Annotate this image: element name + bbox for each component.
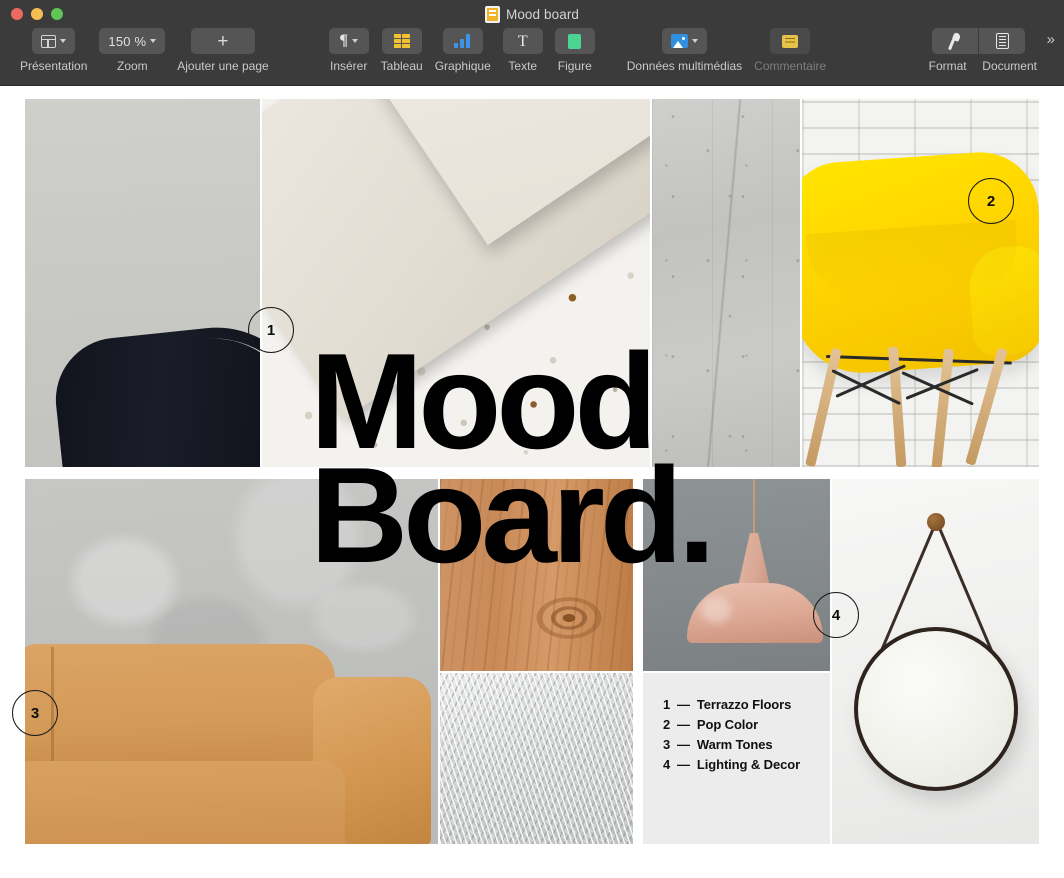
title-bar: Mood board [0, 0, 1064, 28]
comment-label: Commentaire [754, 59, 826, 73]
document-label: Document [979, 59, 1041, 73]
toolbar-overflow-button[interactable]: » [1047, 31, 1054, 48]
image-yellow-chair[interactable] [802, 99, 1039, 467]
chevron-down-icon [60, 39, 66, 43]
document-lines-icon [996, 33, 1009, 49]
format-button[interactable] [932, 28, 978, 54]
legend-number: 3 [663, 737, 675, 752]
image-terrazzo[interactable] [262, 99, 650, 467]
chevron-down-icon [692, 39, 698, 43]
slide[interactable]: 1 — Terrazzo Floors 2 — Pop Color 3 — [0, 86, 1064, 878]
canvas-area[interactable]: 1 — Terrazzo Floors 2 — Pop Color 3 — [0, 85, 1064, 878]
legend-item: 4 — Lighting & Decor [663, 757, 800, 772]
wood-knot-detail [527, 591, 611, 645]
toolbar-group-insert: ¶ Insérer Tableau Gr [323, 28, 601, 73]
mirror-wall-knob [927, 513, 945, 531]
legend-list: 1 — Terrazzo Floors 2 — Pop Color 3 — [663, 697, 800, 772]
comment-button[interactable]: Commentaire [754, 28, 826, 73]
legend-label: Pop Color [697, 717, 758, 732]
minimize-button[interactable] [31, 8, 43, 20]
text-label: Texte [508, 59, 537, 73]
callout-badge-1[interactable]: 1 [248, 307, 294, 353]
window-title: Mood board [506, 7, 579, 22]
shape-button[interactable]: Figure [555, 28, 595, 73]
callout-badge-2[interactable]: 2 [968, 178, 1014, 224]
legend-dash: — [677, 697, 690, 712]
chevron-down-icon [352, 39, 358, 43]
inspector-segmented-control: Format Document [917, 28, 1041, 73]
table-label: Tableau [381, 59, 423, 73]
table-button[interactable]: Tableau [381, 28, 423, 73]
legend-number: 1 [663, 697, 675, 712]
add-page-label: Ajouter une page [177, 59, 268, 73]
shape-square-icon [568, 34, 581, 49]
lamp-cord [753, 479, 755, 537]
chair-leg [805, 348, 842, 467]
bar-chart-icon [454, 34, 471, 48]
keynote-window: Mood board Présentation 150 % Zoom [0, 0, 1064, 878]
mirror-glass [854, 627, 1018, 791]
plus-icon: + [217, 32, 228, 51]
close-button[interactable] [11, 8, 23, 20]
insert-label: Insérer [330, 59, 367, 73]
legend-item: 3 — Warm Tones [663, 737, 800, 752]
zoom-label: Zoom [117, 59, 148, 73]
legend-dash: — [677, 757, 690, 772]
chair-piping-shape [144, 330, 260, 467]
image-pendant-lamp[interactable] [643, 479, 830, 671]
table-grid-icon [394, 34, 410, 48]
legend-item: 2 — Pop Color [663, 717, 800, 732]
chart-button[interactable]: Graphique [435, 28, 491, 73]
sofa-seat-cushion [25, 761, 345, 844]
legend-panel[interactable]: 1 — Terrazzo Floors 2 — Pop Color 3 — [643, 673, 830, 844]
toolbar: Présentation 150 % Zoom + Ajouter une pa… [0, 28, 1064, 85]
add-page-button[interactable]: + Ajouter une page [177, 28, 268, 73]
callout-badge-4[interactable]: 4 [813, 592, 859, 638]
legend-dash: — [677, 737, 690, 752]
legend-label: Warm Tones [697, 737, 773, 752]
legend-item: 1 — Terrazzo Floors [663, 697, 800, 712]
zoom-button[interactable]: 150 % Zoom [99, 28, 165, 73]
traffic-light-controls [0, 8, 63, 20]
image-wood-grain[interactable] [440, 479, 633, 671]
document-button[interactable] [978, 28, 1025, 54]
image-concrete-wall[interactable] [652, 99, 800, 467]
pilcrow-icon: ¶ [339, 33, 348, 49]
image-fur-throw[interactable] [440, 673, 633, 844]
shape-label: Figure [558, 59, 592, 73]
callout-badge-3[interactable]: 3 [12, 690, 58, 736]
zoom-value: 150 % [108, 34, 146, 49]
text-button[interactable]: T Texte [503, 28, 543, 73]
presentation-button[interactable]: Présentation [20, 28, 87, 73]
chevron-down-icon [150, 39, 156, 43]
media-photo-icon [671, 34, 688, 48]
toolbar-group-media: Données multimédias Commentaire [621, 28, 832, 73]
layout-icon [41, 35, 56, 48]
legend-dash: — [677, 717, 690, 732]
legend-number: 2 [663, 717, 675, 732]
image-round-mirror[interactable] [832, 479, 1039, 844]
legend-label: Lighting & Decor [697, 757, 800, 772]
insert-button[interactable]: ¶ Insérer [329, 28, 369, 73]
maximize-button[interactable] [51, 8, 63, 20]
text-t-icon: T [518, 34, 528, 49]
sofa-back-cushion [25, 644, 335, 772]
legend-label: Terrazzo Floors [697, 697, 791, 712]
format-label: Format [917, 59, 979, 73]
image-collage: 1 — Terrazzo Floors 2 — Pop Color 3 — [25, 99, 1039, 844]
comment-note-icon [782, 35, 798, 48]
presentation-label: Présentation [20, 59, 87, 73]
image-tan-sofa[interactable] [25, 479, 438, 844]
paintbrush-icon [947, 33, 963, 50]
media-label: Données multimédias [627, 59, 742, 73]
window-title-group: Mood board [0, 0, 1064, 28]
legend-number: 4 [663, 757, 675, 772]
media-button[interactable]: Données multimédias [627, 28, 742, 73]
chart-label: Graphique [435, 59, 491, 73]
toolbar-group-view: Présentation 150 % Zoom + Ajouter une pa… [14, 28, 275, 73]
image-chair-navy[interactable] [25, 99, 260, 467]
lamp-shade [687, 583, 823, 643]
keynote-document-icon [485, 6, 500, 23]
